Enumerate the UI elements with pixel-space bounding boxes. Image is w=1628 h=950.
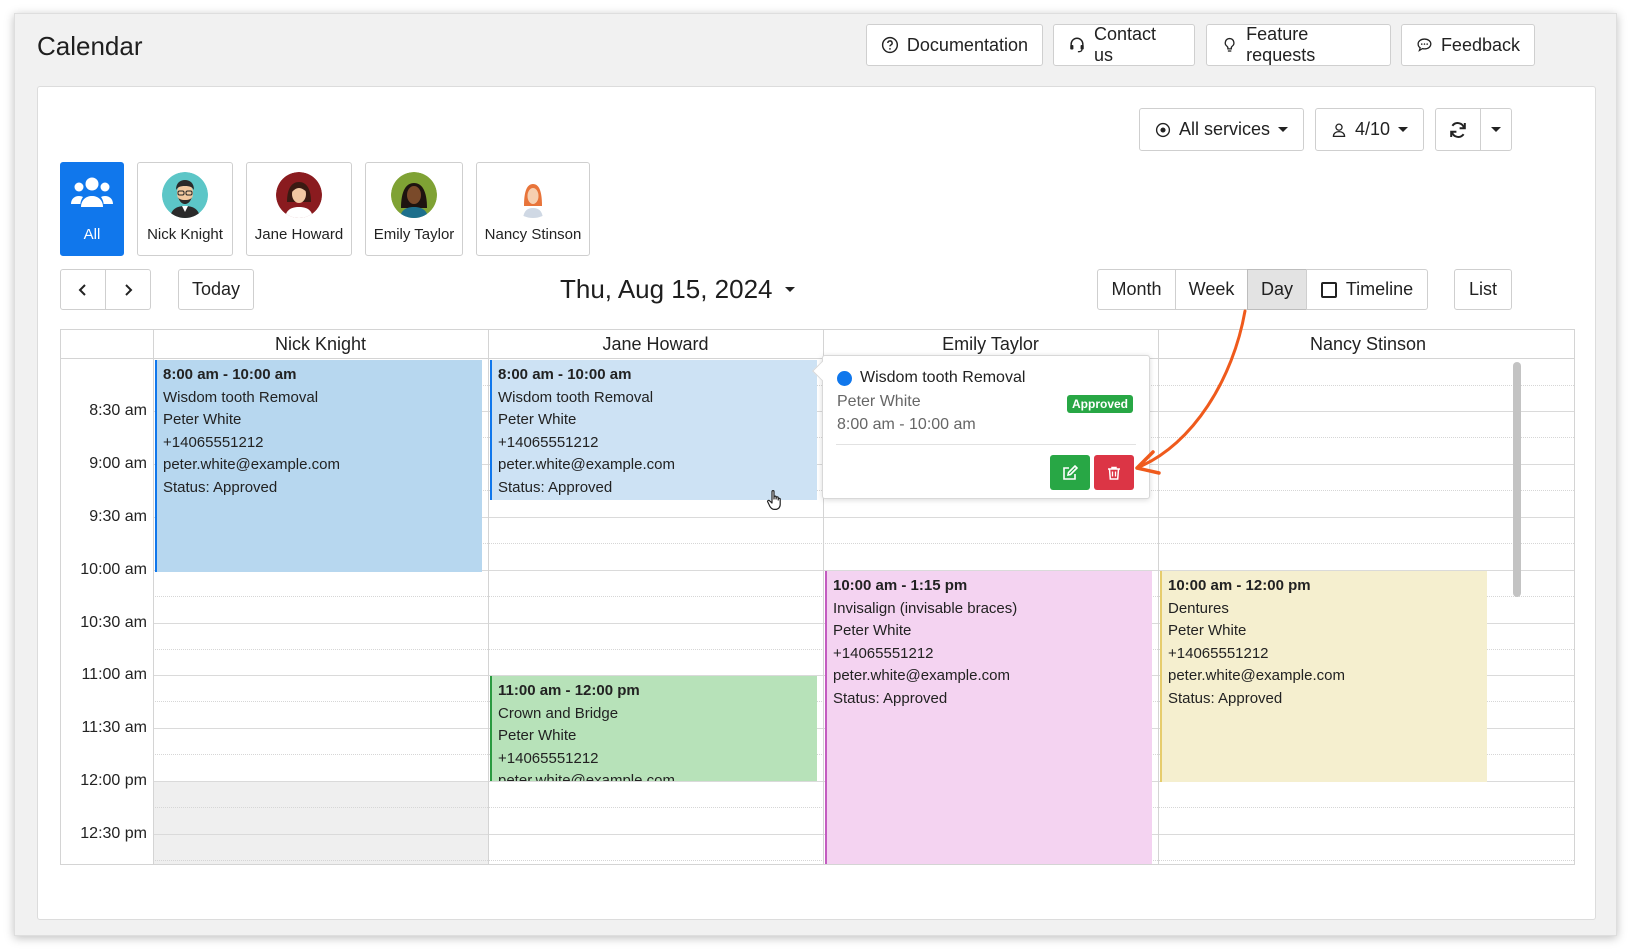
employee-count-label: 4/10 [1354,119,1391,139]
time-label: 9:30 am [89,508,147,525]
feedback-button[interactable]: Feedback [1401,24,1535,66]
appointment-event[interactable]: 8:00 am - 10:00 am Wisdom tooth Removal … [490,360,817,500]
avatar [391,172,437,218]
view-month-button[interactable]: Month [1097,269,1176,310]
employee-filter-all-label: All [83,226,101,243]
time-gutter-header [61,330,154,359]
employee-filter-emily-taylor[interactable]: Emily Taylor [365,162,463,256]
grid-scrollbar[interactable] [1513,362,1521,597]
employee-filter-all[interactable]: All [60,162,124,256]
feature-requests-button[interactable]: Feature requests [1206,24,1391,66]
employee-filter-label: Nancy Stinson [484,226,582,243]
view-week-label: Week [1188,279,1235,299]
appointment-event[interactable]: 8:00 am - 10:00 am Wisdom tooth Removal … [155,360,482,572]
chevron-right-icon [125,283,133,296]
contact-us-button[interactable]: Contact us [1053,24,1195,66]
avatar [162,172,208,218]
appointment-event[interactable]: 10:00 am - 12:00 pm Dentures Peter White… [1160,571,1487,782]
time-label: 8:30 am [89,402,147,419]
trash-icon [1108,466,1120,480]
service-color-dot [837,370,852,386]
popover-time: 8:00 am - 10:00 am [837,416,976,433]
user-icon [1332,123,1346,137]
appointment-event[interactable]: 10:00 am - 1:15 pm Invisalign (invisable… [825,571,1152,864]
edit-icon [1063,464,1079,480]
time-label: 10:00 am [80,561,147,578]
column-header: Jane Howard [488,330,824,359]
today-label: Today [191,279,241,299]
page-title: Calendar [37,31,143,61]
time-label: 12:00 pm [80,772,147,789]
employee-filter-jane-howard[interactable]: Jane Howard [246,162,352,256]
services-label: All services [1178,119,1271,139]
popover-header: Wisdom tooth Removal [837,369,1025,387]
feature-requests-label: Feature requests [1246,24,1316,65]
lightbulb-icon [1224,37,1235,52]
view-list-button[interactable]: List [1454,269,1512,310]
chevron-down-icon [1398,127,1409,132]
date-picker[interactable]: Thu, Aug 15, 2024 [560,271,795,307]
edit-appointment-button[interactable] [1050,455,1090,490]
employee-filter-nick-knight[interactable]: Nick Knight [137,162,233,256]
popover-service: Wisdom tooth Removal [860,369,1026,386]
employee-filter-nancy-stinson[interactable]: Nancy Stinson [476,162,590,256]
annotation-arrow [1135,309,1247,475]
view-week-button[interactable]: Week [1175,269,1248,310]
chat-bubble-icon [1417,38,1432,52]
question-circle-icon [881,36,899,54]
next-button[interactable] [105,269,151,310]
popover-client: Peter White [837,393,921,410]
avatar [276,172,322,218]
unavailable-slot [154,782,489,864]
calendar-panel: All services 4/10 All Nick Knight Jane H… [37,86,1596,920]
time-label: 12:30 pm [80,825,147,842]
employee-count-dropdown[interactable]: 4/10 [1315,108,1424,151]
chevron-down-icon [1278,127,1289,132]
headset-icon [1070,37,1084,53]
dot-circle-icon [1155,122,1171,137]
refresh-button[interactable] [1435,108,1481,151]
timeline-toggle[interactable]: Timeline [1306,269,1428,310]
view-day-label: Day [1260,279,1293,299]
feedback-label: Feedback [1440,34,1520,55]
appointment-popover: Wisdom tooth Removal Peter White Approve… [812,355,1150,499]
view-list-label: List [1468,279,1497,299]
current-date: Thu, Aug 15, 2024 [560,273,773,304]
time-label: 11:00 am [81,666,147,683]
timeline-label: Timeline [1345,279,1414,299]
checkbox-icon[interactable] [1320,281,1337,298]
time-label: 10:30 am [80,614,147,631]
services-dropdown[interactable]: All services [1139,108,1304,151]
view-day-button[interactable]: Day [1247,269,1307,310]
day-grid: Nick Knight Jane Howard Emily Taylor Nan… [60,329,1575,865]
refresh-options-dropdown[interactable] [1480,108,1512,151]
refresh-icon [1450,121,1466,138]
avatar [510,172,556,218]
chevron-down-icon [784,286,795,292]
users-group-icon [71,177,113,207]
hand-cursor-icon [767,490,781,510]
employee-filter-label: Jane Howard [254,226,344,243]
time-label: 9:00 am [89,455,147,472]
employee-filter-label: Emily Taylor [373,226,455,243]
documentation-label: Documentation [906,34,1028,55]
appointment-event[interactable]: 11:00 am - 12:00 pm Crown and Bridge Pet… [490,676,817,781]
employee-filter-label: Nick Knight [147,226,223,243]
chevron-down-icon [1491,127,1501,132]
documentation-button[interactable]: Documentation [866,24,1043,66]
app-window: Calendar Documentation Contact us Featur… [14,13,1617,936]
today-button[interactable]: Today [178,269,254,310]
time-label: 11:30 am [81,719,147,736]
prev-button[interactable] [60,269,106,310]
chevron-left-icon [78,283,86,296]
column-header: Nick Knight [153,330,489,359]
contact-us-label: Contact us [1093,24,1157,65]
view-month-label: Month [1111,279,1162,299]
